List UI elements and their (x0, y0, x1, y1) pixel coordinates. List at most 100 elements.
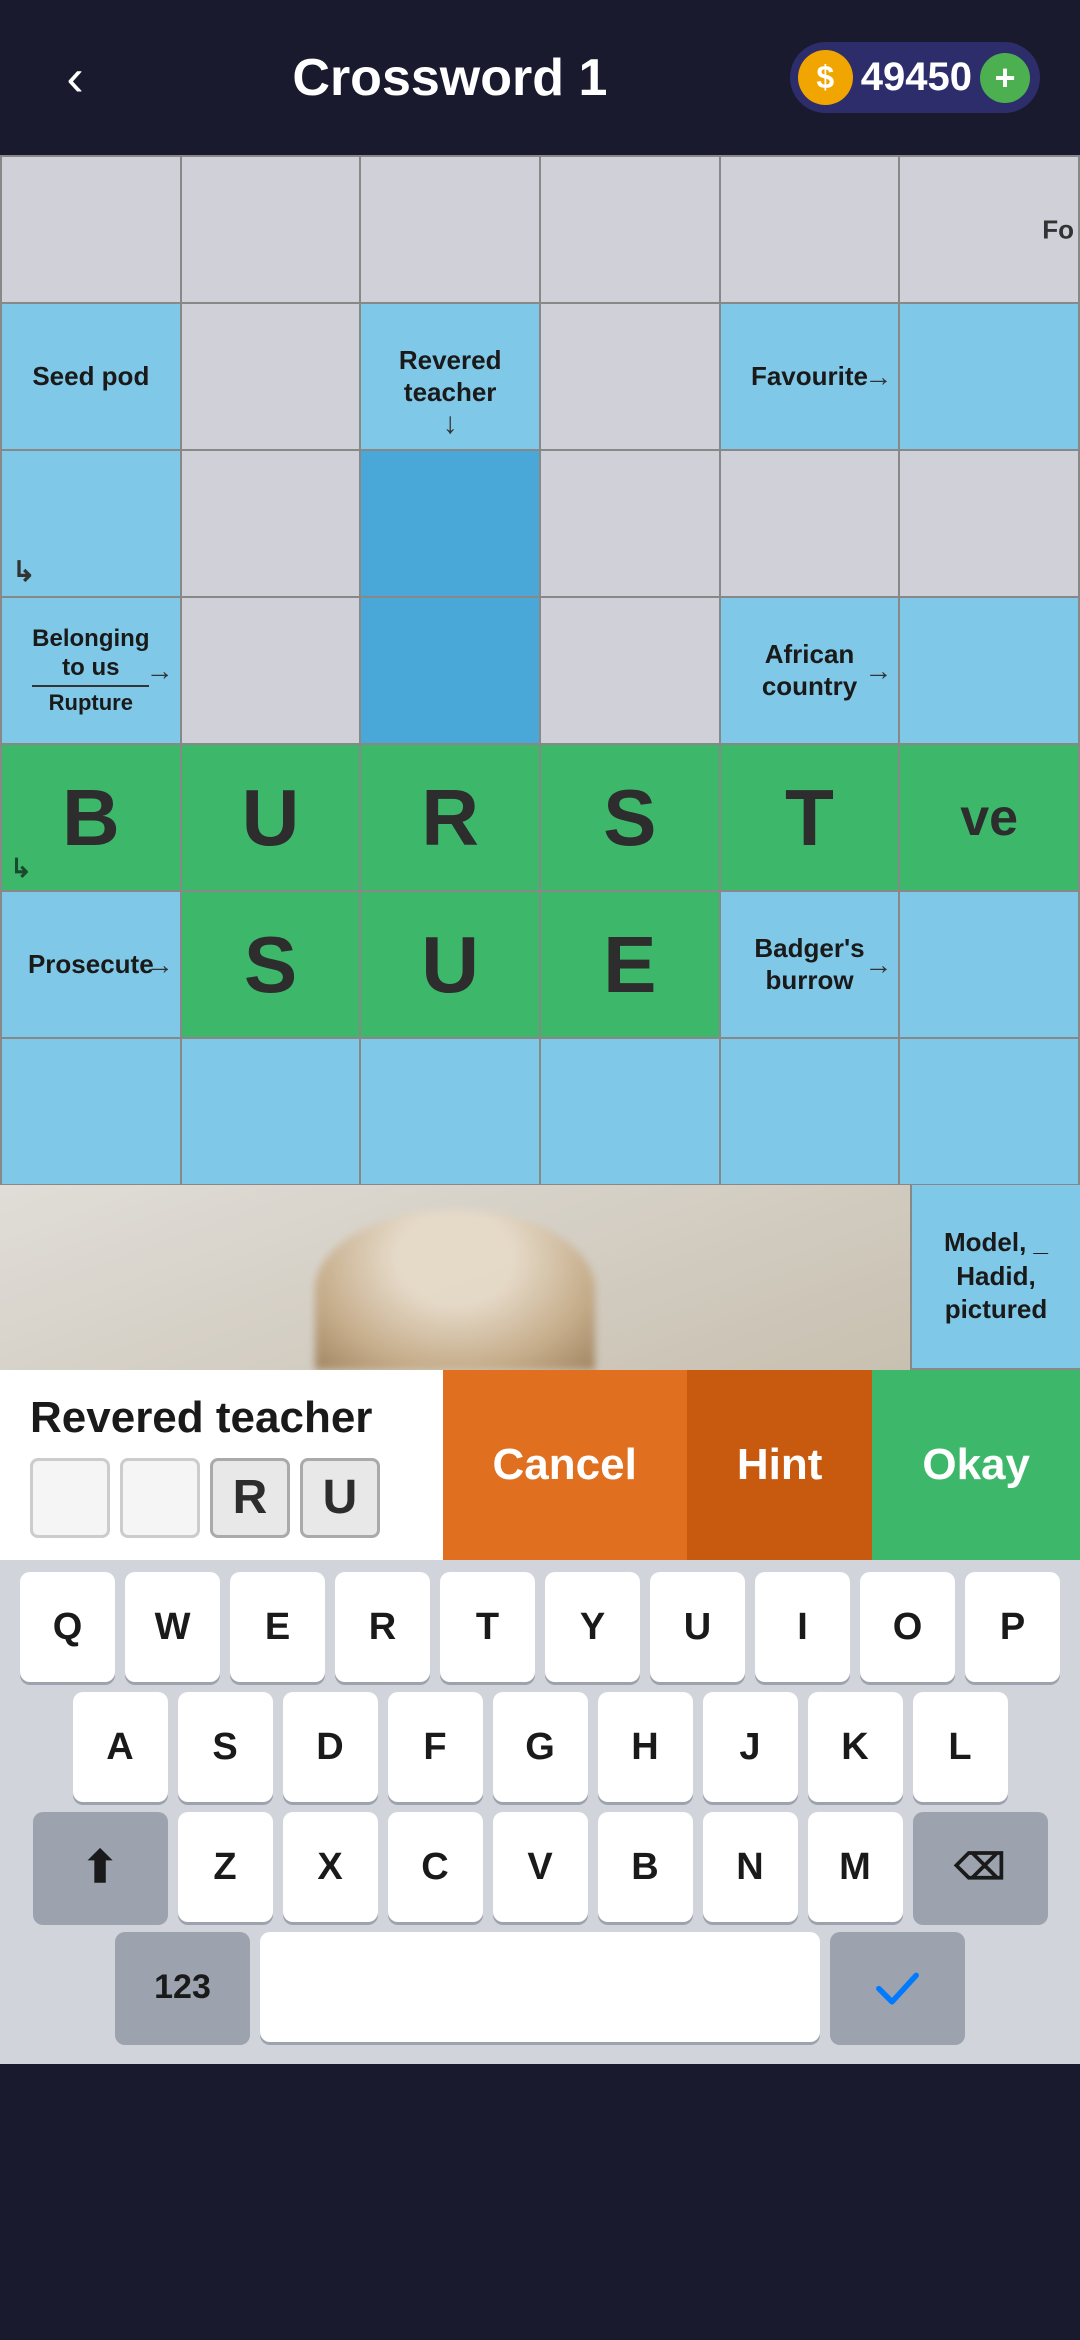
letter-S: S (603, 772, 656, 864)
checkmark-icon (870, 1960, 925, 2015)
key-L[interactable]: L (913, 1692, 1008, 1802)
clue-revered-teacher: Revered teacher (369, 345, 531, 407)
cell-3-5 (900, 598, 1080, 745)
cell-0-4 (721, 157, 901, 304)
letter-boxes-row: R U (30, 1458, 413, 1538)
okay-button[interactable]: Okay (872, 1370, 1080, 1560)
letter-U2: U (421, 919, 479, 1011)
cell-6-1 (182, 1039, 362, 1185)
key-A[interactable]: A (73, 1692, 168, 1802)
cell-4-4: T (721, 745, 901, 892)
key-B[interactable]: B (598, 1812, 693, 1922)
cell-4-3: S (541, 745, 721, 892)
cell-6-5 (900, 1039, 1080, 1185)
cell-3-4[interactable]: African country → (721, 598, 901, 745)
cell-2-5 (900, 451, 1080, 598)
key-S[interactable]: S (178, 1692, 273, 1802)
back-icon: ‹ (66, 48, 83, 108)
numbers-label: 123 (154, 1968, 211, 2007)
cell-0-1 (182, 157, 362, 304)
key-I[interactable]: I (755, 1572, 850, 1682)
return-key[interactable] (830, 1932, 965, 2042)
key-J[interactable]: J (703, 1692, 798, 1802)
cell-3-0[interactable]: Belongingto us Rupture → (2, 598, 182, 745)
shift-key[interactable]: ⬆ (33, 1812, 168, 1922)
key-Q[interactable]: Q (20, 1572, 115, 1682)
truncated-clue: Fo (1042, 214, 1078, 245)
letter-box-4: U (300, 1458, 380, 1538)
letter-S2: S (244, 919, 297, 1011)
key-N[interactable]: N (703, 1812, 798, 1922)
key-V[interactable]: V (493, 1812, 588, 1922)
numbers-key[interactable]: 123 (115, 1932, 250, 2042)
cell-6-4 (721, 1039, 901, 1185)
top-bar: ‹ Crossword 1 $ 49450 + (0, 0, 1080, 155)
keyboard-row-4: 123 (8, 1932, 1072, 2042)
cell-6-2 (361, 1039, 541, 1185)
add-coins-button[interactable]: + (980, 53, 1030, 103)
cell-5-3: E (541, 892, 721, 1039)
cell-6-3 (541, 1039, 721, 1185)
key-O[interactable]: O (860, 1572, 955, 1682)
key-Y[interactable]: Y (545, 1572, 640, 1682)
space-key[interactable] (260, 1932, 820, 2042)
key-G[interactable]: G (493, 1692, 588, 1802)
cell-1-4[interactable]: Favourite → (721, 304, 901, 451)
cell-5-1: S (182, 892, 362, 1039)
cell-4-2: R (361, 745, 541, 892)
cell-0-5: Fo (900, 157, 1080, 304)
cell-1-5 (900, 304, 1080, 451)
key-W[interactable]: W (125, 1572, 220, 1682)
active-clue-text: Revered teacher (30, 1393, 413, 1443)
hint-right-clue: Model, _Hadid,pictured (910, 1185, 1080, 1370)
letter-ve: ve (960, 788, 1018, 848)
key-M[interactable]: M (808, 1812, 903, 1922)
letter-box-2 (120, 1458, 200, 1538)
cancel-button[interactable]: Cancel (443, 1370, 687, 1560)
key-Z[interactable]: Z (178, 1812, 273, 1922)
cell-4-1: U (182, 745, 362, 892)
back-button[interactable]: ‹ (40, 43, 110, 113)
key-X[interactable]: X (283, 1812, 378, 1922)
hint-button[interactable]: Hint (687, 1370, 873, 1560)
key-H[interactable]: H (598, 1692, 693, 1802)
key-U[interactable]: U (650, 1572, 745, 1682)
clue-belonging: Belongingto us (32, 625, 149, 683)
cell-1-2[interactable]: Revered teacher ↓ (361, 304, 541, 451)
key-R[interactable]: R (335, 1572, 430, 1682)
page-title: Crossword 1 (292, 48, 607, 108)
key-D[interactable]: D (283, 1692, 378, 1802)
key-P[interactable]: P (965, 1572, 1060, 1682)
key-C[interactable]: C (388, 1812, 483, 1922)
keyboard-row-1: Q W E R T Y U I O P (8, 1572, 1072, 1682)
key-E[interactable]: E (230, 1572, 325, 1682)
cell-5-2: U (361, 892, 541, 1039)
key-K[interactable]: K (808, 1692, 903, 1802)
key-F[interactable]: F (388, 1692, 483, 1802)
letter-R: R (421, 772, 479, 864)
letter-U: U (242, 772, 300, 864)
coin-badge: $ 49450 + (790, 42, 1040, 113)
cell-1-3 (541, 304, 721, 451)
letter-box-3: R (210, 1458, 290, 1538)
cell-0-0 (2, 157, 182, 304)
keyboard-row-3: ⬆ Z X C V B N M ⌫ (8, 1812, 1072, 1922)
cell-2-2 (361, 451, 541, 598)
cell-0-2 (361, 157, 541, 304)
cell-1-0[interactable]: Seed pod (2, 304, 182, 451)
cell-4-0: ↳ B (2, 745, 182, 892)
cell-3-2 (361, 598, 541, 745)
backspace-key[interactable]: ⌫ (913, 1812, 1048, 1922)
key-T[interactable]: T (440, 1572, 535, 1682)
cell-4-5: ve (900, 745, 1080, 892)
cell-1-1 (182, 304, 362, 451)
action-buttons: Cancel Hint Okay (443, 1370, 1080, 1560)
cell-2-4 (721, 451, 901, 598)
letter-T: T (785, 772, 834, 864)
crossword-grid-area: Fo Seed pod Revered teacher ↓ Favourite … (0, 155, 1080, 1185)
cell-2-3 (541, 451, 721, 598)
cell-5-0[interactable]: Prosecute → (2, 892, 182, 1039)
hint-image-area: Model, _Hadid,pictured (0, 1185, 1080, 1370)
keyboard-row-2: A S D F G H J K L (8, 1692, 1072, 1802)
cell-5-4[interactable]: Badger's burrow → (721, 892, 901, 1039)
